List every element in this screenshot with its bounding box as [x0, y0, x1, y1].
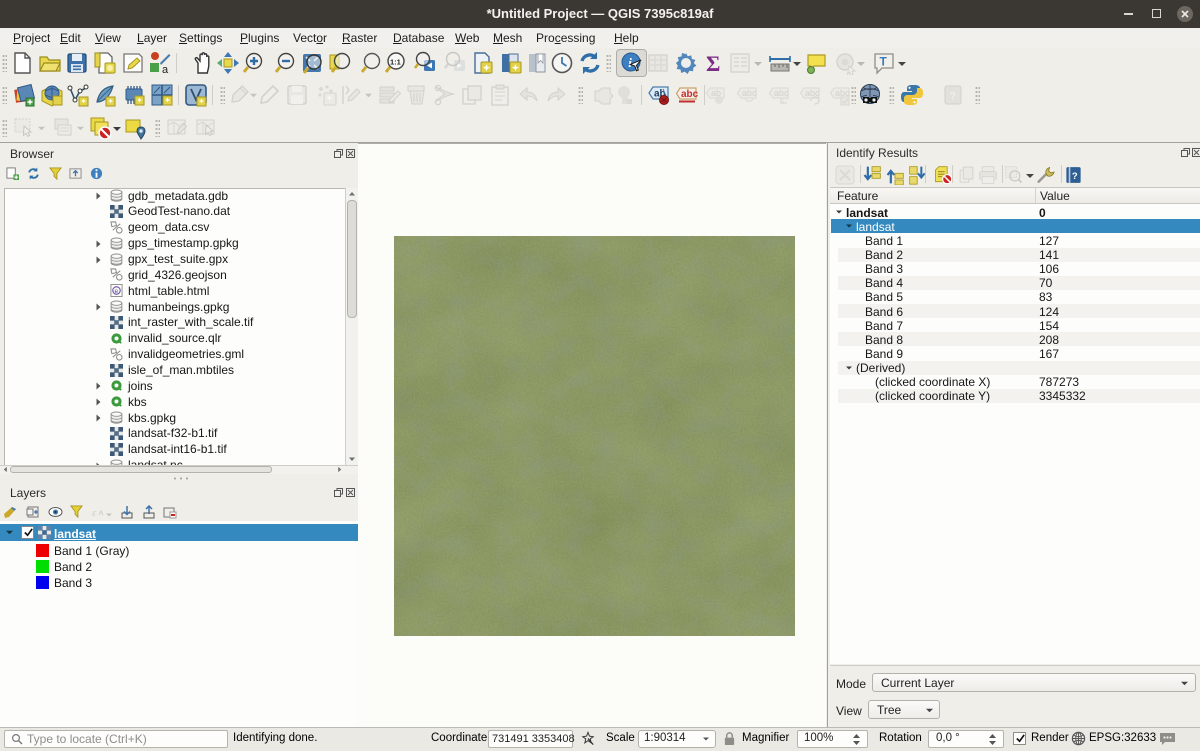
svg-text:Σ: Σ [706, 51, 720, 75]
svg-text:abc: abc [681, 89, 699, 100]
svg-text:1:1: 1:1 [390, 58, 401, 67]
svg-text:?: ? [1072, 171, 1078, 182]
svg-text:abc: abc [774, 88, 789, 98]
svg-text:a: a [162, 64, 169, 75]
svg-text:i: i [628, 55, 632, 70]
svg-text:e: e [114, 288, 118, 295]
svg-text:T: T [880, 55, 888, 69]
svg-text:abc: abc [742, 88, 757, 98]
svg-text:ε: ε [92, 507, 97, 519]
svg-text:abc: abc [805, 88, 820, 98]
svg-text:?: ? [950, 91, 957, 103]
